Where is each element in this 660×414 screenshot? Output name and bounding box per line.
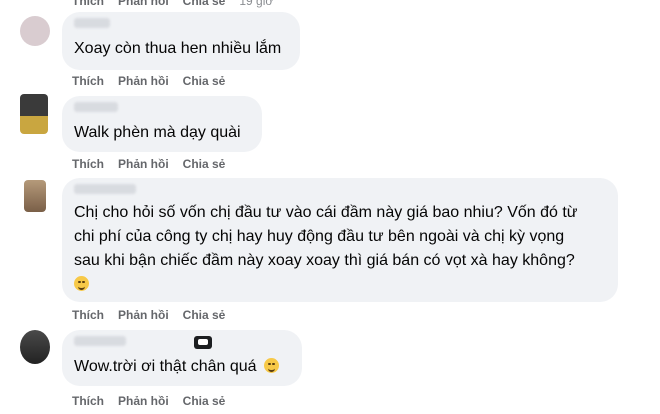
reply-button[interactable]: Phản hồi	[118, 74, 169, 88]
reply-button[interactable]: Phản hồi	[118, 394, 169, 408]
author-name[interactable]	[74, 184, 136, 194]
author-name[interactable]	[74, 18, 110, 28]
like-button[interactable]: Thích	[72, 0, 104, 8]
face-with-sweat-icon	[74, 276, 89, 291]
comment-text-line: chi phí của công ty chị hay huy động đầu…	[74, 228, 565, 245]
like-button[interactable]: Thích	[72, 74, 104, 88]
comment-bubble: Wow.trời ơi thật chân quá	[62, 330, 302, 386]
comment-text-line: Chị cho hỏi số vốn chị đầu tư vào cái đầ…	[74, 204, 578, 221]
comment-actions: Thích Phản hồi Chia sẻ	[72, 157, 225, 171]
share-button[interactable]: Chia sẻ	[183, 394, 226, 408]
badge-icon	[194, 336, 212, 349]
comment-actions: Thích Phản hồi Chia sẻ	[72, 394, 225, 408]
comment-bubble: Xoay còn thua hen nhiều lắm	[62, 12, 300, 70]
comment-actions: Thích Phản hồi Chia sẻ	[72, 308, 225, 322]
comment-time: 19 giờ	[239, 0, 274, 8]
avatar[interactable]	[20, 16, 50, 46]
like-button[interactable]: Thích	[72, 308, 104, 322]
comment-actions: Thích Phản hồi Chia sẻ	[72, 74, 225, 88]
comment-actions: Thích Phản hồi Chia sẻ 19 giờ	[72, 0, 273, 8]
like-button[interactable]: Thích	[72, 394, 104, 408]
comment-text: Xoay còn thua hen nhiều lắm	[74, 40, 282, 57]
reply-button[interactable]: Phản hồi	[118, 308, 169, 322]
comment-text-line: sau khi bận chiếc đầm này xoay xoay thì …	[74, 252, 575, 269]
share-button[interactable]: Chia sẻ	[183, 74, 226, 88]
avatar[interactable]	[20, 94, 48, 134]
like-button[interactable]: Thích	[72, 157, 104, 171]
reply-button[interactable]: Phản hồi	[118, 0, 169, 8]
author-name[interactable]	[74, 102, 118, 112]
reply-button[interactable]: Phản hồi	[118, 157, 169, 171]
comment-text: Walk phèn mà dạy quài	[74, 124, 241, 141]
author-name[interactable]	[74, 336, 126, 346]
comment-text: Wow.trời ơi thật chân quá	[74, 356, 280, 378]
comment-bubble: Chị cho hỏi số vốn chị đầu tư vào cái đầ…	[62, 178, 618, 302]
share-button[interactable]: Chia sẻ	[183, 308, 226, 322]
comment-emoji-line	[74, 274, 89, 296]
share-button[interactable]: Chia sẻ	[183, 157, 226, 171]
avatar[interactable]	[24, 180, 46, 212]
rolling-laughing-icon	[264, 358, 280, 373]
comment-bubble: Walk phèn mà dạy quài	[62, 96, 262, 152]
avatar[interactable]	[20, 330, 50, 364]
share-button[interactable]: Chia sẻ	[183, 0, 226, 8]
